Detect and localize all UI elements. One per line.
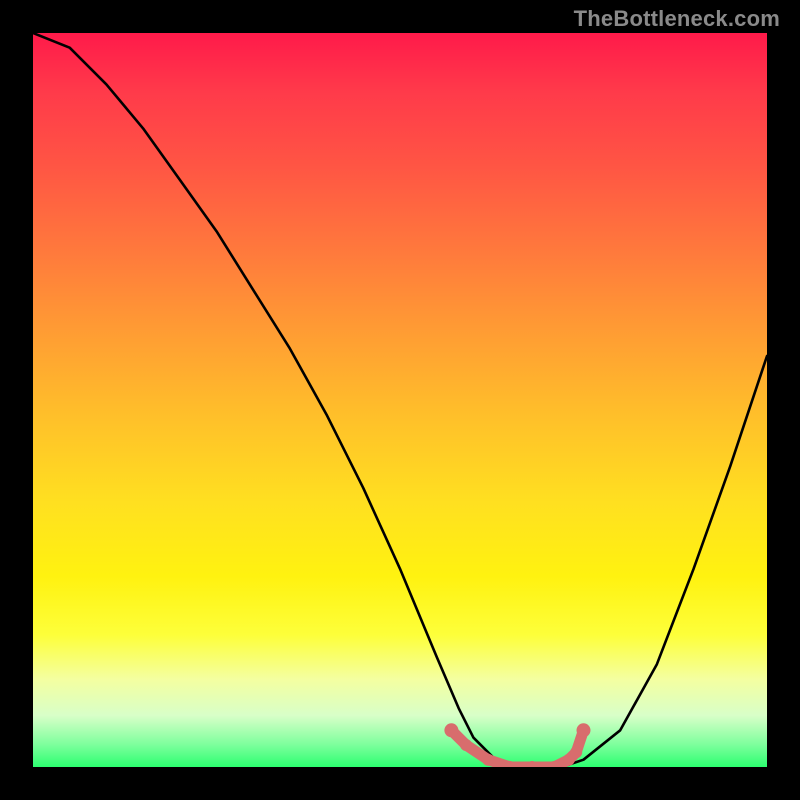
- marker-dot: [444, 723, 458, 737]
- bottleneck-curve: [33, 33, 767, 767]
- marker-dot: [460, 739, 472, 751]
- marker-dot: [482, 754, 494, 766]
- marker-dot: [570, 746, 582, 758]
- curve-bottom-markers: [444, 723, 590, 767]
- plot-area: [33, 33, 767, 767]
- marker-dot: [577, 723, 591, 737]
- chart-frame: TheBottleneck.com: [0, 0, 800, 800]
- bottleneck-curve-path: [33, 33, 767, 767]
- watermark-text: TheBottleneck.com: [574, 6, 780, 32]
- chart-svg: [33, 33, 767, 767]
